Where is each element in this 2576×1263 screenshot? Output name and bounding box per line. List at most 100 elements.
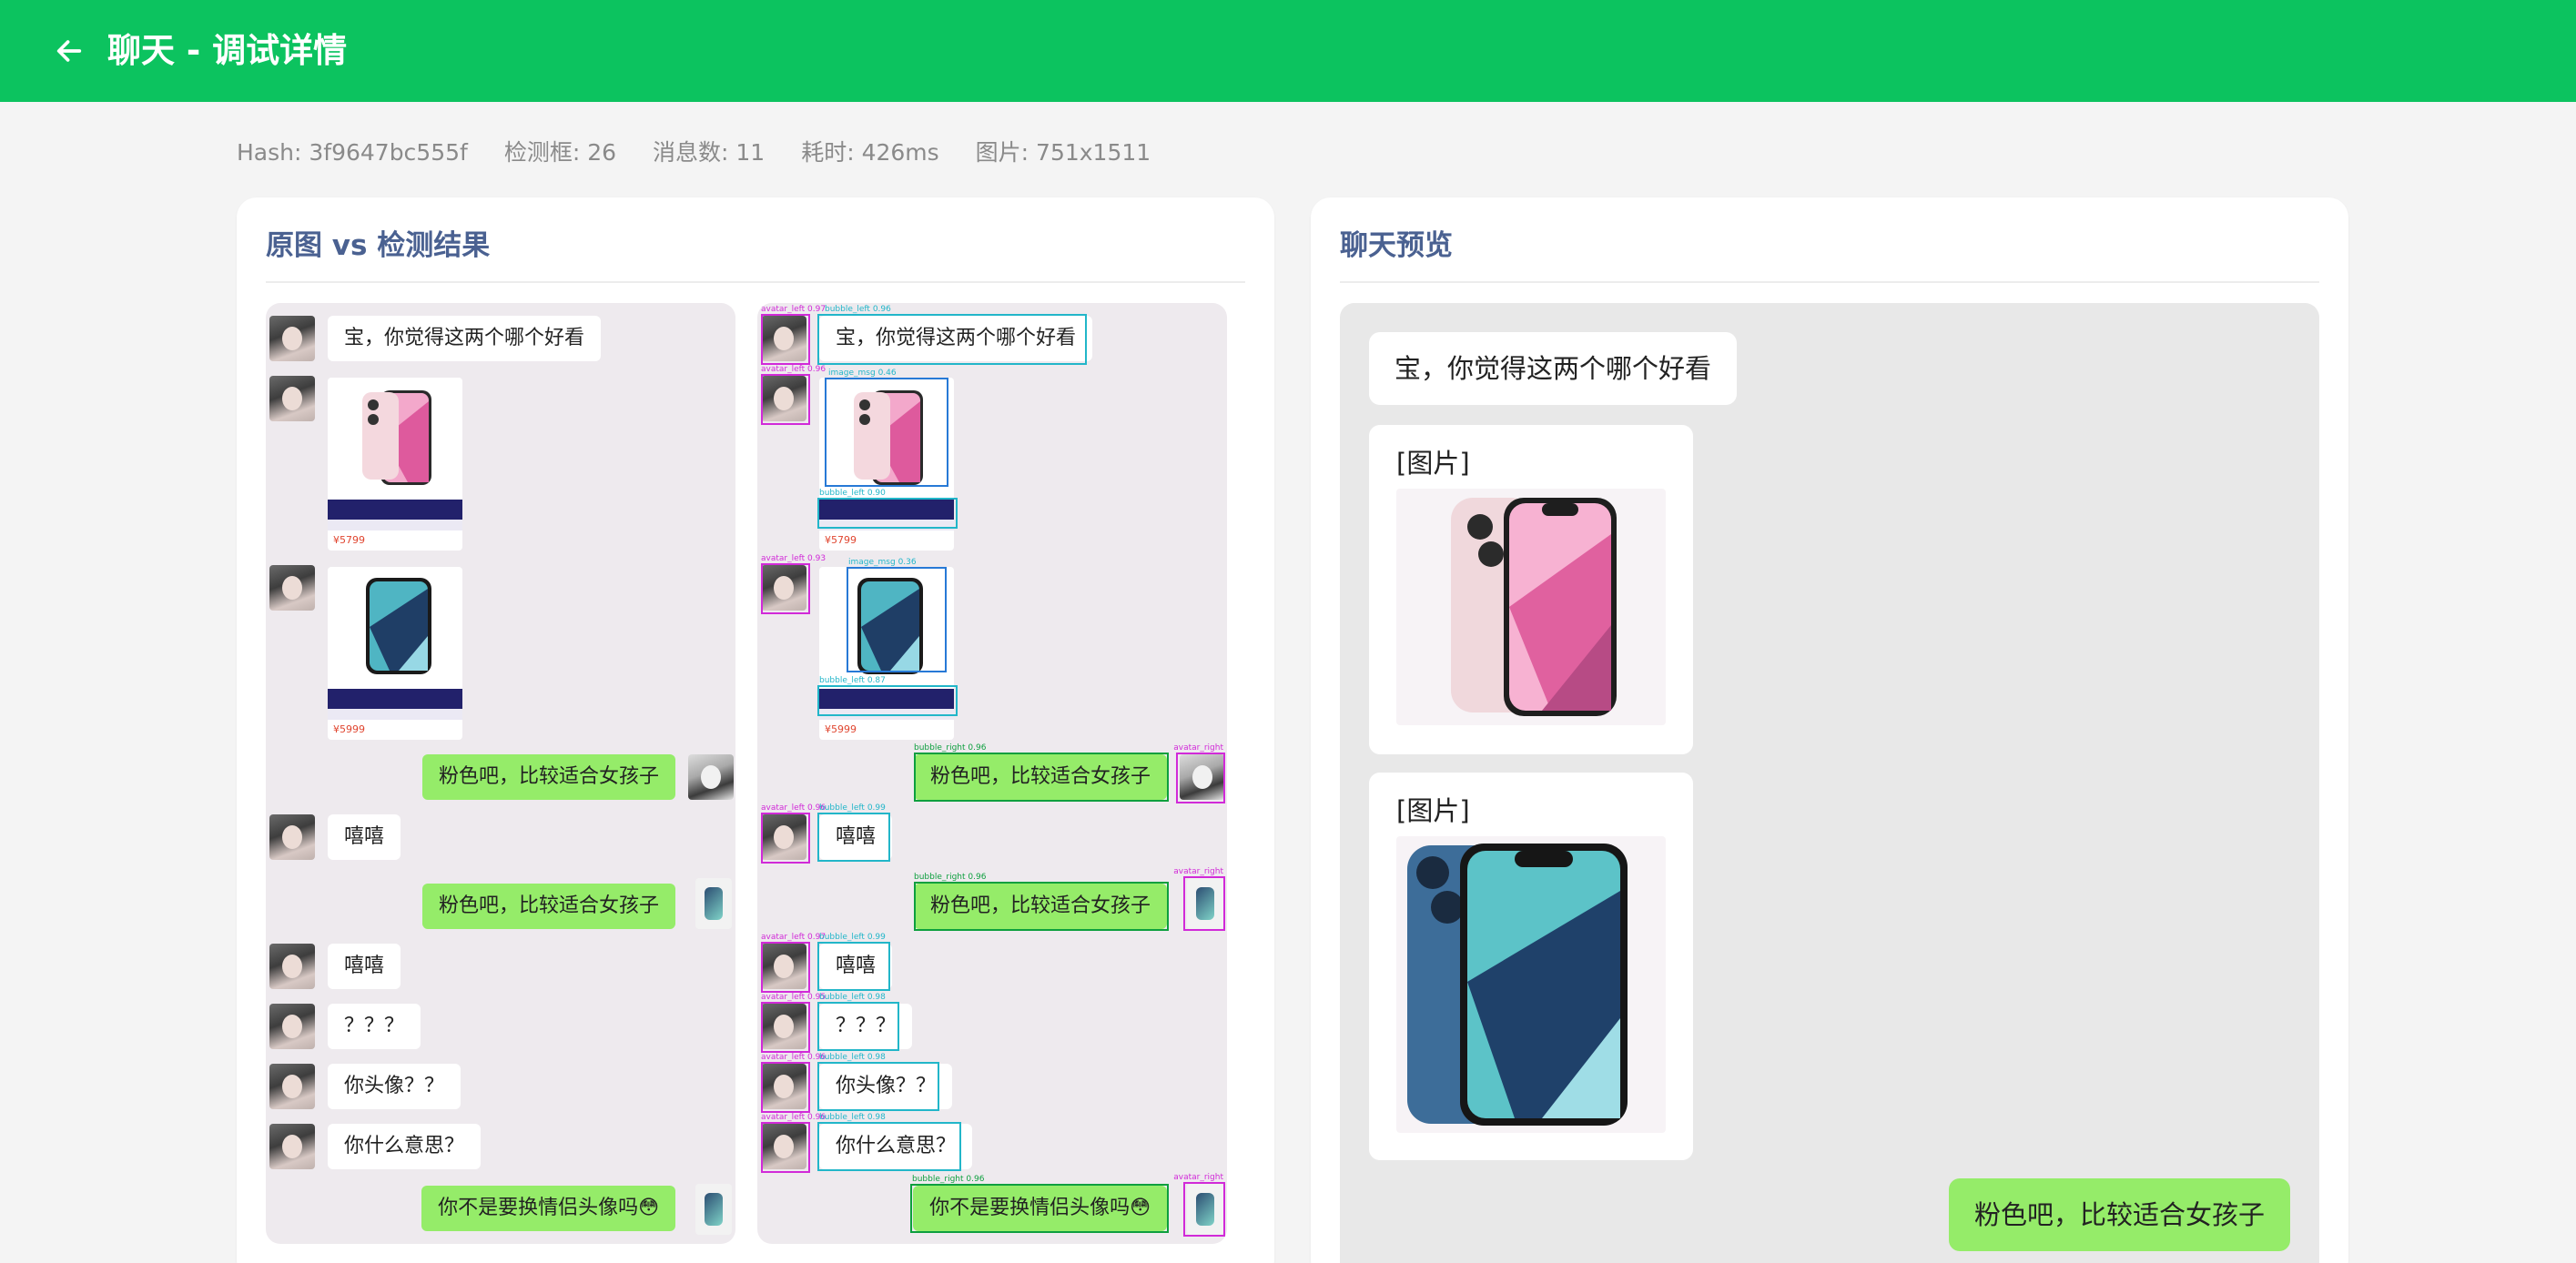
chat-bubble: 你什么意思？: [328, 1124, 482, 1169]
preview-image-message[interactable]: [图片]: [1369, 773, 1693, 1160]
top-bar: 聊天 - 调试详情: [0, 0, 2576, 102]
product-image-pink: ¥5799: [328, 378, 462, 551]
chat-preview[interactable]: 宝，你觉得这两个哪个好看 [图片] [图片] 粉色吧，比较适合女孩子: [1340, 303, 2319, 1263]
detection-label: bubble_right 0.96: [914, 743, 987, 753]
avatar: [269, 565, 315, 611]
detection-box-avatar: [1183, 876, 1225, 931]
detection-box-bubble: [817, 1062, 939, 1111]
detection-box-avatar: [1176, 753, 1225, 803]
avatar: [269, 944, 315, 989]
detection-box-bubble: [817, 813, 890, 862]
meta-hash: Hash: 3f9647bc555f: [237, 139, 468, 166]
detection-label: bubble_left 0.99: [819, 803, 886, 813]
phone-blue-icon: [366, 578, 431, 674]
debug-meta: Hash: 3f9647bc555f 检测框: 26 消息数: 11 耗时: 4…: [237, 136, 1151, 169]
detection-box-bubble: [817, 685, 958, 716]
detection-screenshot: 宝，你觉得这两个哪个好看 avatar_left 0.97 bubble_lef…: [757, 303, 1227, 1244]
avatar-self: [695, 878, 732, 929]
avatar-self: [688, 754, 734, 800]
product-image-blue: ¥5999: [328, 567, 462, 740]
price-label: ¥5799: [825, 534, 857, 546]
image-tag: [图片]: [1396, 448, 1470, 479]
avatar: [269, 316, 315, 361]
price-label: ¥5999: [333, 723, 365, 735]
detection-label: avatar_right: [1173, 743, 1223, 753]
detection-box-bubble: [817, 942, 890, 991]
detection-label: avatar_left 0.97: [761, 933, 827, 942]
avatar: [269, 1124, 315, 1169]
detection-label: avatar_right: [1173, 1173, 1223, 1182]
detection-box-image: [825, 378, 948, 487]
preview-image-blue: [1396, 836, 1666, 1133]
detection-label: avatar_left 0.96: [761, 1053, 827, 1062]
detection-box-bubble: [817, 1122, 961, 1171]
detection-box-bubble-self: [914, 753, 1169, 802]
back-button[interactable]: [51, 33, 87, 69]
detection-label: avatar_left 0.96: [761, 365, 827, 374]
detection-box-avatar: [761, 1062, 810, 1113]
detection-box-avatar: [761, 314, 810, 365]
avatar: [269, 814, 315, 860]
price-label: ¥5799: [333, 534, 365, 546]
detection-box-bubble: [817, 1002, 899, 1051]
chat-bubble-self: 粉色吧，比较适合女孩子: [421, 884, 675, 929]
chat-bubble: ？？？: [328, 1004, 421, 1049]
detection-label: bubble_left 0.98: [819, 993, 886, 1002]
chat-bubble-self: 粉色吧，比较适合女孩子: [421, 754, 675, 800]
detection-label: avatar_left 0.96: [761, 1113, 827, 1122]
chat-bubble-self: 你不是要换情侣头像吗😳: [421, 1186, 675, 1231]
detection-label: bubble_left 0.87: [819, 676, 886, 685]
chat-preview-card: 聊天预览 宝，你觉得这两个哪个好看 [图片] [图片] 粉色吧，比较适合女孩子: [1311, 197, 2348, 1263]
detection-label: image_msg 0.36: [848, 558, 917, 567]
detection-box-avatar: [761, 813, 810, 864]
phone-pink-icon: [362, 390, 431, 485]
chat-bubble: 你头像？？: [328, 1064, 461, 1109]
detection-label: image_msg 0.46: [828, 369, 897, 378]
detection-label: bubble_right 0.96: [912, 1175, 985, 1184]
image-tag: [图片]: [1396, 795, 1470, 826]
avatar: [269, 376, 315, 421]
preview-image-message[interactable]: [图片]: [1369, 425, 1693, 754]
detection-box-avatar: [761, 563, 810, 614]
meta-boxes: 检测框: 26: [503, 139, 617, 166]
detection-label: avatar_left 0.95: [761, 993, 827, 1002]
preview-bubble-self: 粉色吧，比较适合女孩子: [1948, 1178, 2290, 1251]
phone-pink-icon: [1451, 498, 1617, 716]
preview-image-pink: [1396, 489, 1666, 725]
detection-box-avatar: [761, 1002, 810, 1053]
meta-image-size: 图片: 751x1511: [975, 139, 1151, 166]
detection-box-bubble-self: [910, 1184, 1169, 1233]
detection-box-bubble: [817, 498, 958, 529]
detection-label: bubble_right 0.96: [914, 873, 987, 882]
divider: [266, 281, 1245, 283]
detection-label: avatar_left 0.96: [761, 803, 827, 813]
avatar: [269, 1004, 315, 1049]
phone-blue-icon: [1407, 844, 1628, 1126]
page-title: 聊天 - 调试详情: [107, 31, 348, 70]
chat-preview-title: 聊天预览: [1340, 229, 1453, 262]
comparison-card-title: 原图 vs 检测结果: [266, 229, 491, 262]
comparison-card: 原图 vs 检测结果 宝，你觉得这两个哪个好看 ¥5799 ¥5999 粉色吧，: [237, 197, 1274, 1263]
meta-messages: 消息数: 11: [653, 139, 766, 166]
meta-elapsed: 耗时: 426ms: [801, 139, 939, 166]
price-label: ¥5999: [825, 723, 857, 735]
avatar-self: [695, 1184, 732, 1235]
detection-box-avatar: [761, 374, 810, 425]
detection-label: bubble_left 0.96: [825, 305, 891, 314]
preview-bubble: 宝，你觉得这两个哪个好看: [1369, 332, 1738, 405]
detection-box-bubble-self: [914, 882, 1169, 931]
detection-box-avatar: [761, 942, 810, 993]
detection-label: avatar_left 0.93: [761, 554, 827, 563]
detection-box-avatar: [1183, 1182, 1225, 1237]
detection-box-image: [847, 567, 947, 672]
detection-box-avatar: [761, 1122, 810, 1173]
original-screenshot: 宝，你觉得这两个哪个好看 ¥5799 ¥5999 粉色吧，比较适合女孩子 嘻嘻: [266, 303, 735, 1244]
detection-label: bubble_left 0.98: [819, 1053, 886, 1062]
chat-bubble: 嘻嘻: [328, 814, 401, 860]
chat-bubble: 嘻嘻: [328, 944, 401, 989]
avatar: [269, 1064, 315, 1109]
detection-label: avatar_left 0.97: [761, 305, 827, 314]
detection-box-bubble: [817, 314, 1087, 365]
detection-label: bubble_left 0.90: [819, 489, 886, 498]
detection-label: bubble_left 0.98: [819, 1113, 886, 1122]
